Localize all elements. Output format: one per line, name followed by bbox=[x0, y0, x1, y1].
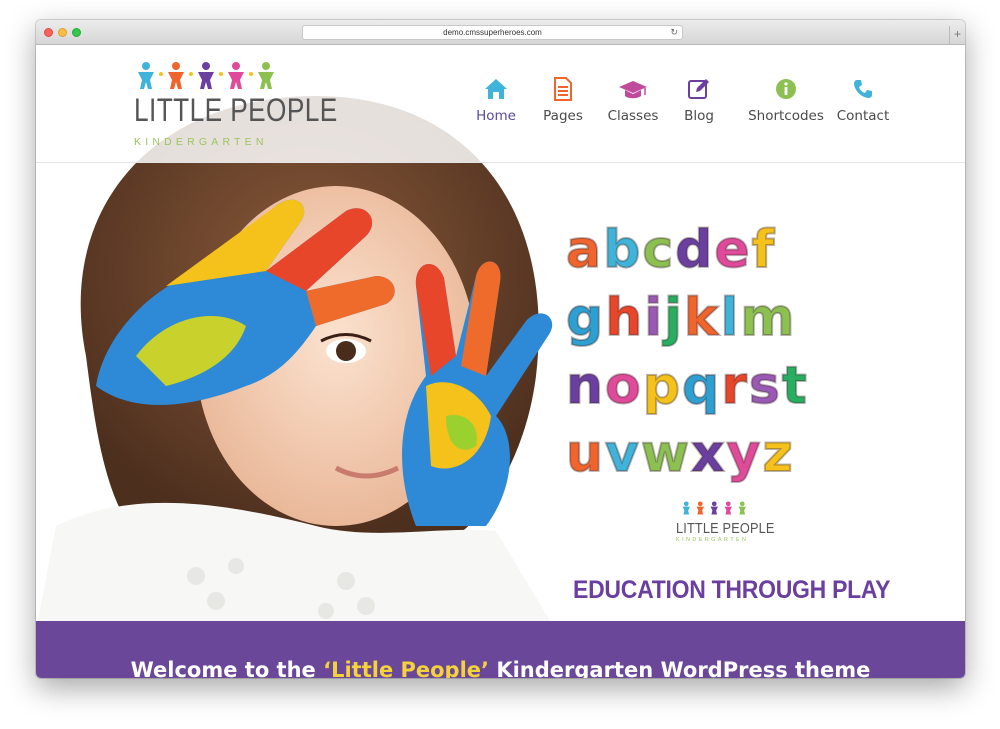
url-text: demo.cmssuperheroes.com bbox=[443, 28, 542, 37]
nav-blog-label: Blog bbox=[684, 108, 714, 124]
nav-pages-label: Pages bbox=[543, 108, 583, 124]
logo-subtitle: KINDERGARTEN bbox=[134, 136, 268, 148]
hero-section: LITTLE PEOPLE KINDERGARTEN Home Pages Cl… bbox=[36, 46, 965, 621]
nav-blog[interactable]: Blog bbox=[659, 76, 739, 124]
alphabet-letter: v bbox=[604, 423, 640, 485]
logo-title: LITTLE PEOPLE bbox=[134, 92, 338, 128]
welcome-heading: Welcome to the ‘Little People’ Kindergar… bbox=[36, 658, 965, 678]
alphabet-letter: k bbox=[683, 287, 720, 349]
hero-tagline: EDUCATION THROUGH PLAY bbox=[573, 576, 891, 604]
welcome-band: Welcome to the ‘Little People’ Kindergar… bbox=[36, 621, 965, 678]
nav-pages[interactable]: Pages bbox=[523, 76, 603, 124]
close-window-button[interactable] bbox=[44, 28, 53, 37]
site-logo[interactable]: LITTLE PEOPLE KINDERGARTEN bbox=[134, 60, 337, 150]
alphabet-row: uvwxyz bbox=[565, 420, 896, 488]
alphabet-letter: s bbox=[748, 355, 781, 417]
nav-shortcodes[interactable]: Shortcodes bbox=[736, 76, 836, 124]
welcome-prefix: Welcome to the bbox=[130, 658, 324, 678]
alphabet-row: abcdef bbox=[565, 216, 896, 284]
minimize-window-button[interactable] bbox=[58, 28, 67, 37]
maximize-window-button[interactable] bbox=[72, 28, 81, 37]
alphabet-letter: n bbox=[565, 355, 604, 417]
nav-contact[interactable]: Contact bbox=[823, 76, 903, 124]
alphabet-letter: b bbox=[602, 219, 641, 281]
welcome-suffix: Kindergarten WordPress theme bbox=[489, 658, 871, 678]
alphabet-row: ghijklm bbox=[565, 284, 896, 352]
alphabet-letter: j bbox=[663, 287, 683, 349]
nav-shortcodes-label: Shortcodes bbox=[748, 108, 824, 124]
document-icon bbox=[554, 77, 572, 101]
alphabet-row: nopqrst bbox=[565, 352, 896, 420]
new-tab-button[interactable]: + bbox=[949, 26, 965, 45]
alphabet-letter: a bbox=[565, 219, 602, 281]
alphabet-letter: p bbox=[642, 355, 681, 417]
mini-logo-subtitle: KINDERGARTEN bbox=[676, 537, 749, 543]
reload-icon[interactable]: ↻ bbox=[670, 26, 678, 39]
alphabet-letter: d bbox=[674, 219, 713, 281]
graduation-cap-icon bbox=[619, 81, 647, 99]
hero-mini-logo: LITTLE PEOPLE KINDERGARTEN bbox=[676, 501, 775, 543]
kids-logo-icon bbox=[138, 62, 274, 89]
alphabet-letter: r bbox=[720, 355, 748, 417]
alphabet-letter: o bbox=[604, 355, 642, 417]
alphabet-artwork: abcdef ghijklm nopqrst uvwxyz bbox=[565, 216, 896, 488]
alphabet-letter: g bbox=[565, 287, 604, 349]
home-icon bbox=[485, 79, 507, 99]
kids-logo-icon bbox=[682, 501, 746, 515]
edit-icon bbox=[688, 79, 709, 99]
address-bar[interactable]: demo.cmssuperheroes.com ↻ bbox=[302, 25, 683, 40]
info-icon bbox=[776, 79, 796, 99]
nav-contact-label: Contact bbox=[836, 108, 890, 124]
alphabet-letter: w bbox=[640, 423, 690, 485]
site-header: LITTLE PEOPLE KINDERGARTEN Home Pages Cl… bbox=[36, 46, 965, 163]
alphabet-letter: q bbox=[681, 355, 720, 417]
alphabet-letter: x bbox=[690, 423, 726, 485]
alphabet-letter: c bbox=[641, 219, 674, 281]
browser-window: demo.cmssuperheroes.com ↻ + LITTLE PEOPL… bbox=[36, 20, 965, 678]
alphabet-letter: u bbox=[565, 423, 604, 485]
alphabet-letter: f bbox=[751, 219, 776, 281]
alphabet-letter: y bbox=[726, 423, 762, 485]
alphabet-letter: i bbox=[643, 287, 663, 349]
mini-logo-title: LITTLE PEOPLE bbox=[676, 520, 775, 537]
alphabet-letter: l bbox=[720, 287, 740, 349]
alphabet-letter: t bbox=[781, 355, 808, 417]
web-page: LITTLE PEOPLE KINDERGARTEN Home Pages Cl… bbox=[36, 46, 965, 678]
browser-titlebar: demo.cmssuperheroes.com ↻ + bbox=[36, 20, 965, 45]
alphabet-letter: m bbox=[739, 287, 795, 349]
alphabet-letter: h bbox=[604, 287, 643, 349]
phone-icon bbox=[854, 80, 872, 98]
alphabet-letter: e bbox=[713, 219, 750, 281]
welcome-highlight: ‘Little People’ bbox=[323, 658, 490, 678]
alphabet-letter: z bbox=[761, 423, 793, 485]
